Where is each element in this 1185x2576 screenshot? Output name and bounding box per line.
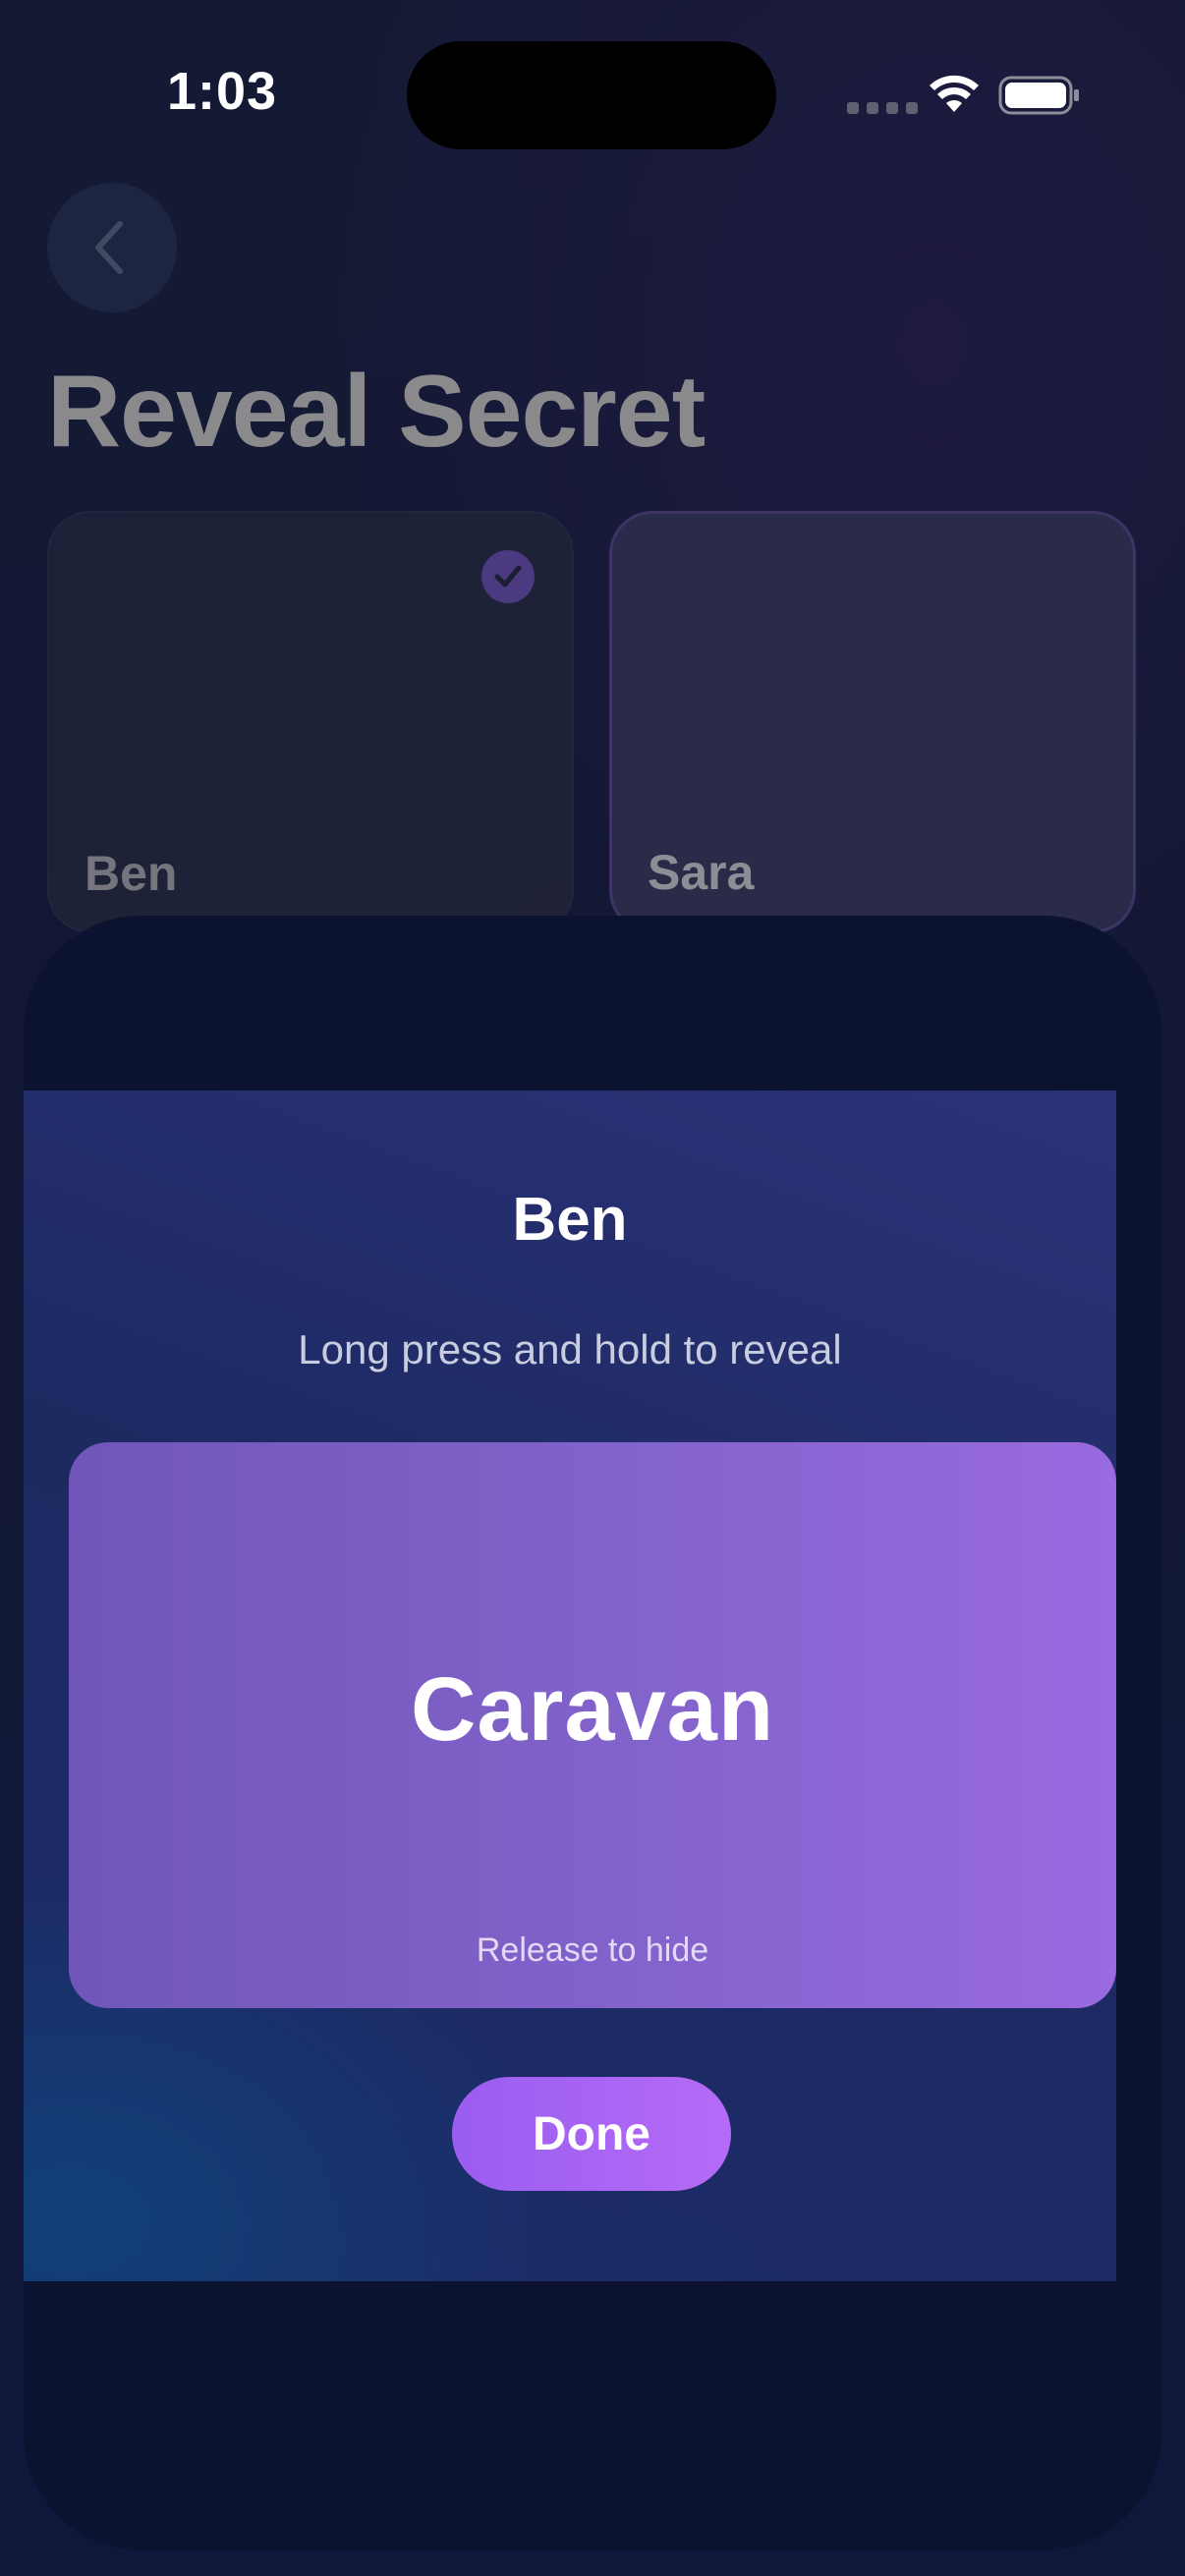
release-hint: Release to hide bbox=[476, 1932, 709, 1969]
done-button[interactable]: Done bbox=[452, 2077, 731, 2191]
page-title: Reveal Secret bbox=[47, 355, 705, 469]
dynamic-island bbox=[407, 41, 776, 149]
checkmark-icon bbox=[481, 550, 535, 603]
secret-card[interactable]: Caravan Release to hide bbox=[69, 1442, 1116, 2008]
reveal-player-name: Ben bbox=[512, 1186, 628, 1254]
player-name: Ben bbox=[85, 846, 178, 901]
player-card-sara[interactable]: Sara bbox=[609, 511, 1136, 933]
cellular-signal-icon bbox=[847, 102, 918, 114]
back-button[interactable] bbox=[47, 183, 177, 312]
player-card-ben[interactable]: Ben bbox=[47, 511, 574, 933]
battery-icon bbox=[998, 76, 1079, 115]
secret-word: Caravan bbox=[410, 1659, 775, 1760]
status-time: 1:03 bbox=[167, 62, 278, 121]
player-name: Sara bbox=[648, 845, 755, 900]
chevron-left-icon bbox=[95, 221, 123, 274]
screen: 1:03 Reveal Secret Ben Sara Ben Long pre… bbox=[0, 0, 1185, 2576]
wifi-icon bbox=[930, 75, 979, 112]
reveal-instruction: Long press and hold to reveal bbox=[298, 1326, 842, 1372]
reveal-panel: Ben Long press and hold to reveal Carava… bbox=[24, 1091, 1116, 2281]
